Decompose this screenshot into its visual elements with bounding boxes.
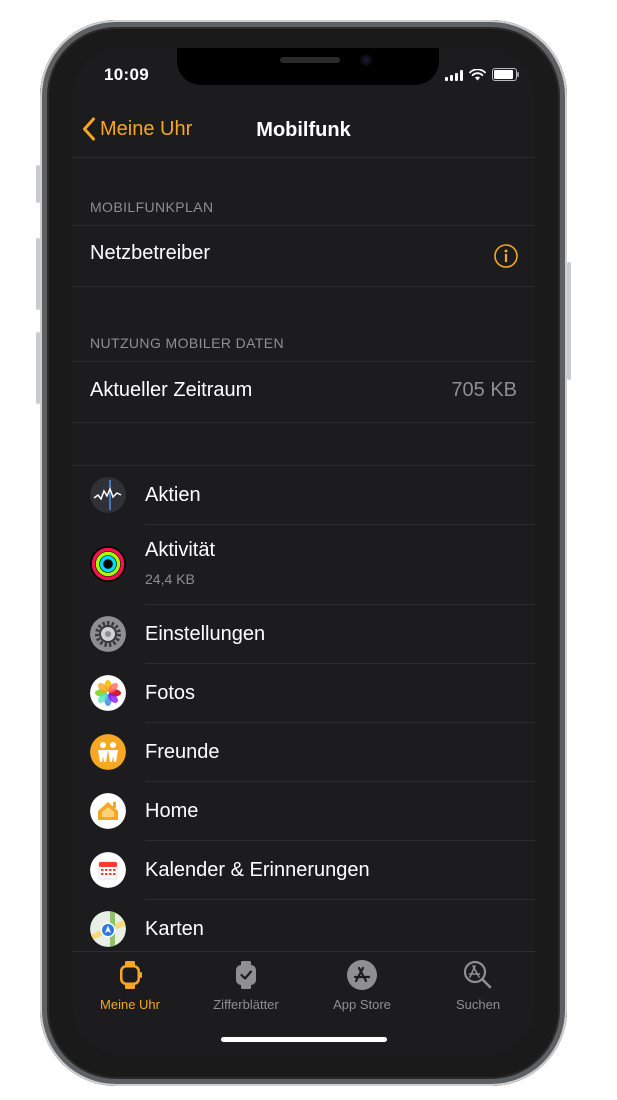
tab-suchen[interactable]: Suchen [420, 952, 535, 1022]
activity-icon [90, 546, 126, 582]
mute-switch [36, 165, 40, 203]
app-data-usage: 24,4 KB [145, 571, 195, 587]
app-label: Home [145, 800, 199, 822]
list-item-einstellungen: Einstellungen [72, 605, 535, 664]
tab-label: Zifferblätter [213, 997, 279, 1012]
screen: 10:09 Meine Uhr Mobilfunk MOBILFUNKPLAN … [72, 48, 535, 1054]
status-time: 10:09 [104, 65, 149, 84]
current-period-row: Aktueller Zeitraum 705 KB [72, 361, 535, 423]
list-item-aktien: Aktien [72, 466, 535, 525]
section-header-plan: MOBILFUNKPLAN [90, 199, 214, 215]
notch [177, 48, 439, 85]
search-icon [463, 960, 492, 989]
app-label: Aktivität [145, 539, 216, 561]
status-icons [445, 68, 519, 81]
home-indicator[interactable] [221, 1037, 387, 1042]
photos-icon [90, 675, 126, 711]
list-item-aktivitaet: Aktivität 24,4 KB [72, 525, 535, 605]
list-item-fotos: Fotos [72, 664, 535, 723]
navigation-bar: Meine Uhr Mobilfunk [72, 105, 535, 158]
list-item-freunde: Freunde [72, 723, 535, 782]
app-label: Fotos [145, 682, 196, 704]
list-item-kalender: Kalender & Erinnerungen [72, 841, 535, 900]
side-button [567, 262, 571, 380]
tab-label: Suchen [455, 997, 501, 1012]
watch-icon [120, 961, 142, 989]
info-icon[interactable] [494, 244, 518, 268]
current-period-label: Aktueller Zeitraum [90, 379, 253, 401]
watch-face-icon [236, 961, 256, 989]
list-item-home: Home [72, 782, 535, 841]
settings-icon [90, 616, 126, 652]
home-icon [90, 793, 126, 829]
tab-label: App Store [333, 997, 391, 1012]
volume-down-button [36, 332, 40, 404]
current-period-value: 705 KB [451, 379, 517, 401]
tab-label: Meine Uhr [100, 997, 160, 1012]
app-store-icon [347, 960, 377, 990]
front-camera [360, 54, 372, 66]
battery-icon [492, 68, 519, 81]
carrier-row[interactable]: Netzbetreiber [72, 225, 535, 287]
app-label: Freunde [145, 741, 220, 763]
tab-meine-uhr[interactable]: Meine Uhr [72, 952, 188, 1022]
friends-icon [90, 734, 126, 770]
app-label: Aktien [145, 484, 201, 506]
wifi-icon [469, 69, 486, 81]
speaker-grille [280, 57, 340, 63]
page-title: Mobilfunk [256, 119, 351, 141]
volume-up-button [36, 238, 40, 310]
app-usage-list: Aktien Aktivität 24,4 KB Einstellungen F… [72, 465, 535, 959]
signal-icon [445, 70, 463, 81]
maps-icon [90, 911, 126, 947]
calendar-icon [90, 852, 126, 888]
tab-zifferblaetter[interactable]: Zifferblätter [188, 952, 304, 1022]
stocks-icon [90, 477, 126, 513]
app-label: Karten [145, 918, 204, 940]
app-label: Einstellungen [145, 623, 266, 645]
tab-app-store[interactable]: App Store [304, 952, 420, 1022]
carrier-label: Netzbetreiber [90, 242, 211, 264]
app-label: Kalender & Erinnerungen [145, 859, 370, 881]
section-header-usage: NUTZUNG MOBILER DATEN [90, 335, 285, 351]
